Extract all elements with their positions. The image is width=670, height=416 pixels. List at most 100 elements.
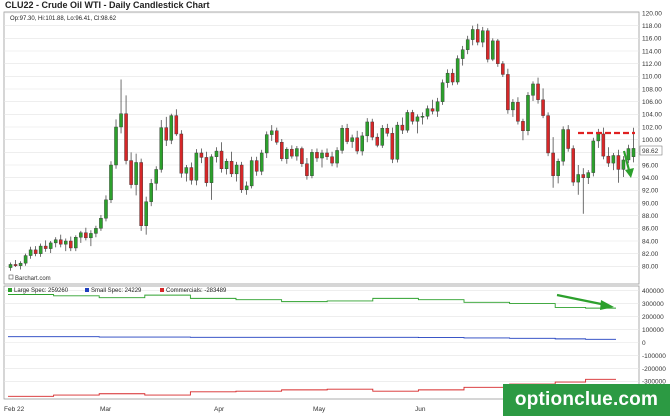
price-tick-label: 88.00 bbox=[642, 213, 659, 220]
candle-down bbox=[606, 155, 611, 164]
candle-down bbox=[400, 124, 405, 131]
price-tick-label: 114.00 bbox=[642, 48, 662, 55]
candle-down bbox=[13, 264, 18, 266]
last-price-label: 98.62 bbox=[642, 148, 659, 155]
price-tick-label: 100.00 bbox=[642, 137, 662, 144]
candle-down bbox=[601, 133, 606, 157]
price-tick-label: 84.00 bbox=[642, 238, 659, 245]
candle-down bbox=[450, 72, 455, 83]
candle-up bbox=[586, 172, 591, 178]
candle-down bbox=[33, 249, 38, 254]
cot-tick-label: 300000 bbox=[642, 301, 664, 308]
price-y-axis: 120.00 118.00 116.00 114.00 112.00 110.00 108.… bbox=[642, 10, 662, 270]
candle-down bbox=[179, 133, 184, 174]
candle-up bbox=[244, 185, 249, 190]
candle-up bbox=[264, 134, 269, 154]
candle-up bbox=[94, 228, 98, 234]
candle-down bbox=[410, 112, 415, 122]
candle-up bbox=[365, 121, 369, 137]
candle-down bbox=[370, 121, 374, 138]
legend-large-spec: Large Spec: 259260 bbox=[14, 288, 69, 294]
candle-down bbox=[496, 40, 500, 64]
candle-down bbox=[536, 83, 540, 100]
candle-up bbox=[465, 39, 470, 50]
candle-up bbox=[526, 95, 530, 132]
candle-up bbox=[491, 40, 495, 60]
candle-down bbox=[385, 128, 390, 134]
price-tick-label: 120.00 bbox=[642, 10, 662, 17]
candle-down bbox=[390, 133, 395, 160]
candle-down bbox=[516, 102, 520, 122]
candle-down bbox=[129, 160, 133, 185]
candle-up bbox=[104, 199, 108, 219]
candle-up bbox=[99, 217, 103, 229]
cot-tick-label: 200000 bbox=[642, 314, 664, 321]
price-tick-label: 82.00 bbox=[642, 251, 659, 258]
candle-up bbox=[89, 233, 93, 239]
chart-title: CLU22 - Crude Oil WTI - Daily Candlestic… bbox=[5, 0, 210, 10]
candle-up bbox=[23, 255, 28, 264]
candle-up bbox=[435, 101, 440, 112]
candle-down bbox=[581, 174, 586, 178]
chart-canvas: 120.00 118.00 116.00 114.00 112.00 110.00 108.… bbox=[3, 0, 666, 413]
price-tick-label: 80.00 bbox=[642, 264, 659, 271]
candle-up bbox=[531, 83, 535, 96]
legend-swatch-small-spec bbox=[85, 288, 89, 292]
candle-up bbox=[159, 127, 163, 170]
candle-down bbox=[43, 245, 48, 249]
candle-down bbox=[375, 136, 380, 146]
price-tick-label: 102.00 bbox=[642, 124, 662, 131]
candle-up bbox=[18, 262, 23, 266]
candle-up bbox=[440, 82, 445, 102]
price-tick-label: 118.00 bbox=[642, 23, 662, 30]
candle-up bbox=[79, 232, 83, 238]
candle-down bbox=[164, 127, 169, 141]
candle-up bbox=[420, 116, 425, 118]
candle-up bbox=[134, 162, 138, 185]
candle-up bbox=[561, 129, 565, 162]
price-tick-label: 86.00 bbox=[642, 226, 659, 233]
candle-down bbox=[506, 74, 510, 111]
price-tick-label: 90.00 bbox=[642, 200, 659, 207]
candle-up bbox=[621, 159, 626, 170]
price-tick-label: 96.00 bbox=[642, 162, 659, 169]
x-tick-label: Mar bbox=[100, 406, 112, 413]
candle-down bbox=[189, 167, 194, 181]
candle-up bbox=[626, 148, 631, 161]
cot-tick-label: -100000 bbox=[642, 353, 666, 360]
candle-up bbox=[234, 164, 239, 175]
candle-up bbox=[481, 30, 485, 43]
x-tick-label: Jun bbox=[415, 406, 426, 413]
legend-swatch-commercials bbox=[160, 288, 164, 292]
price-tick-label: 94.00 bbox=[642, 175, 659, 182]
candle-up bbox=[310, 152, 314, 176]
candle-down bbox=[315, 152, 319, 159]
candle-up bbox=[425, 108, 430, 117]
candle-up bbox=[224, 160, 229, 169]
brand-watermark: optionclue.com bbox=[503, 384, 670, 416]
candle-up bbox=[611, 155, 616, 164]
legend-swatch-large-spec bbox=[8, 288, 12, 292]
candle-up bbox=[184, 167, 189, 174]
cot-tick-label: 100000 bbox=[642, 327, 664, 334]
price-tick-label: 108.00 bbox=[642, 86, 662, 93]
candle-up bbox=[28, 249, 33, 256]
candle-up bbox=[460, 49, 465, 59]
candle-up bbox=[114, 126, 118, 166]
candle-down bbox=[239, 164, 244, 190]
candle-up bbox=[295, 148, 299, 157]
candle-up bbox=[511, 102, 515, 111]
candle-down bbox=[345, 128, 349, 142]
candle-up bbox=[270, 130, 274, 135]
candle-up bbox=[209, 156, 214, 183]
candle-down bbox=[69, 240, 73, 249]
candle-up bbox=[335, 150, 339, 164]
candle-up bbox=[455, 58, 460, 83]
candle-down bbox=[199, 152, 204, 158]
candle-up bbox=[119, 113, 123, 128]
candle-down bbox=[501, 63, 505, 75]
candle-up bbox=[445, 72, 450, 83]
candle-down bbox=[430, 108, 435, 112]
candle-up bbox=[48, 242, 53, 249]
candle-down bbox=[616, 155, 621, 170]
